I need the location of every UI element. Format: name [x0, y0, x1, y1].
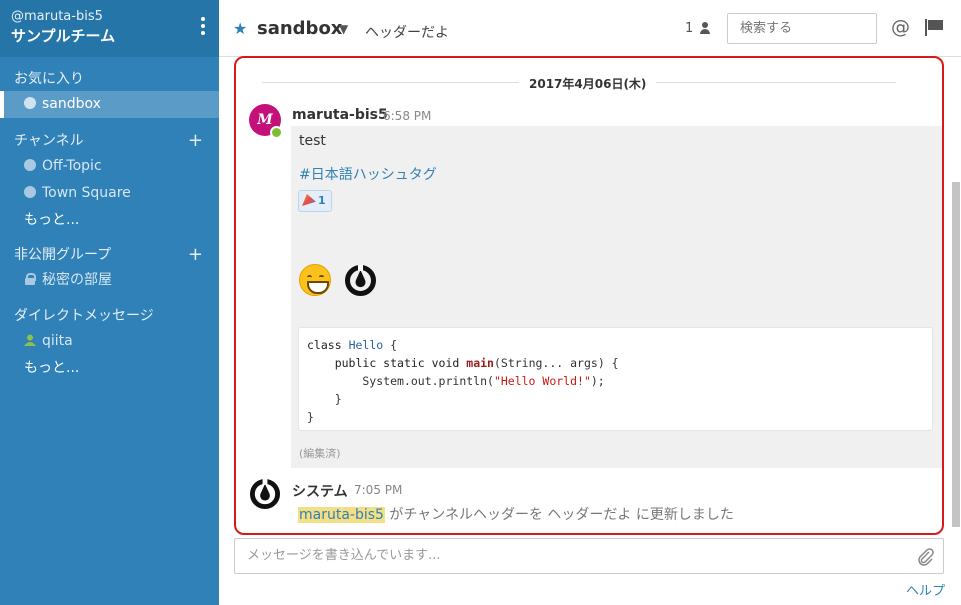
post-text: test: [299, 133, 326, 149]
smile-emoji-icon: [299, 264, 331, 296]
mention-icon[interactable]: @: [891, 16, 910, 38]
sidebar-item-label: Town Square: [42, 185, 131, 201]
private-groups-title: 非公開グループ +: [0, 243, 219, 267]
reaction-button[interactable]: 1: [298, 190, 332, 212]
search-input[interactable]: [727, 13, 877, 44]
current-username: @maruta-bis5: [11, 9, 103, 24]
channel-header: ★ sandbox ▼ ヘッダーだよ 1 @: [219, 0, 961, 57]
channels-more-link[interactable]: もっと...: [0, 207, 219, 234]
member-icon[interactable]: [700, 22, 710, 34]
sidebar-item-label: 秘密の部屋: [42, 272, 112, 288]
channels-title-label: チャンネル: [14, 133, 84, 149]
post-username: システム: [292, 484, 348, 500]
person-icon: [24, 334, 36, 346]
sidebar-item-label: qiita: [42, 333, 73, 349]
add-channel-button[interactable]: +: [188, 129, 203, 153]
sidebar-item-qiita[interactable]: qiita: [0, 328, 219, 355]
sidebar-item-town-square[interactable]: Town Square: [0, 180, 219, 207]
code-line: public static void main(String... args) …: [334, 356, 619, 370]
date-separator: 2017年4月06日(木): [519, 75, 657, 92]
help-link[interactable]: ヘルプ: [906, 580, 945, 599]
scrollbar[interactable]: [952, 182, 960, 527]
post-username[interactable]: maruta-bis5: [292, 107, 388, 123]
online-status-icon: [270, 126, 283, 139]
system-avatar-icon: [249, 478, 281, 510]
channel-name[interactable]: sandbox: [257, 18, 342, 39]
team-header[interactable]: @maruta-bis5 サンプルチーム: [0, 0, 219, 57]
globe-icon: [24, 159, 36, 171]
code-line: class Hello {: [307, 338, 398, 352]
lock-icon: [24, 273, 36, 285]
globe-icon: [24, 186, 36, 198]
sidebar-item-label: Off-Topic: [42, 158, 102, 174]
star-icon[interactable]: ★: [233, 19, 247, 38]
team-menu-icon[interactable]: [201, 17, 205, 38]
code-line: System.out.println("Hello World!");: [307, 374, 605, 388]
post-time[interactable]: 6:58 PM: [383, 109, 431, 123]
private-groups-title-label: 非公開グループ: [14, 247, 112, 263]
message-input[interactable]: メッセージを書き込んでいます...: [234, 538, 944, 574]
code-block: class Hello { public static void main(St…: [298, 327, 933, 431]
code-line: }: [307, 392, 342, 406]
sidebar-item-label: sandbox: [42, 96, 101, 112]
add-private-group-button[interactable]: +: [188, 243, 203, 267]
hashtag-link[interactable]: #日本語ハッシュタグ: [299, 164, 437, 184]
sidebar-item-off-topic[interactable]: Off-Topic: [0, 153, 219, 180]
mattermost-emoji-icon: [345, 265, 376, 296]
direct-messages-more-link[interactable]: もっと...: [0, 355, 219, 382]
edited-label: (編集済): [299, 447, 341, 460]
mention-link[interactable]: maruta-bis5: [298, 507, 385, 523]
team-name: サンプルチーム: [11, 27, 116, 45]
member-count[interactable]: 1: [685, 21, 693, 36]
main-panel: ★ sandbox ▼ ヘッダーだよ 1 @ 2017年4月06日(木) M m…: [219, 0, 961, 605]
system-message-text: がチャンネルヘッダーを ヘッダーだよ に更新しました: [384, 507, 734, 523]
code-line: }: [307, 410, 314, 424]
post-list: 2017年4月06日(木) M maruta-bis5 6:58 PM test…: [234, 56, 944, 535]
party-popper-icon: [302, 194, 316, 206]
sidebar-item-sandbox[interactable]: sandbox: [0, 91, 219, 118]
flag-icon[interactable]: [925, 19, 943, 37]
channels-title: チャンネル +: [0, 129, 219, 153]
channel-purpose: ヘッダーだよ: [365, 25, 449, 41]
sidebar-item-secret-room[interactable]: 秘密の部屋: [0, 267, 219, 294]
globe-icon: [24, 97, 36, 109]
direct-messages-title: ダイレクトメッセージ: [14, 308, 154, 324]
system-message: maruta-bis5 がチャンネルヘッダーを ヘッダーだよ に更新しました: [298, 504, 734, 524]
reaction-count: 1: [318, 194, 326, 207]
sidebar: @maruta-bis5 サンプルチーム お気に入り sandbox チャンネル…: [0, 0, 219, 605]
favorites-title: お気に入り: [14, 71, 84, 87]
paperclip-icon[interactable]: [917, 548, 935, 566]
post-time[interactable]: 7:05 PM: [354, 483, 402, 497]
chevron-down-icon[interactable]: ▼: [339, 22, 348, 36]
